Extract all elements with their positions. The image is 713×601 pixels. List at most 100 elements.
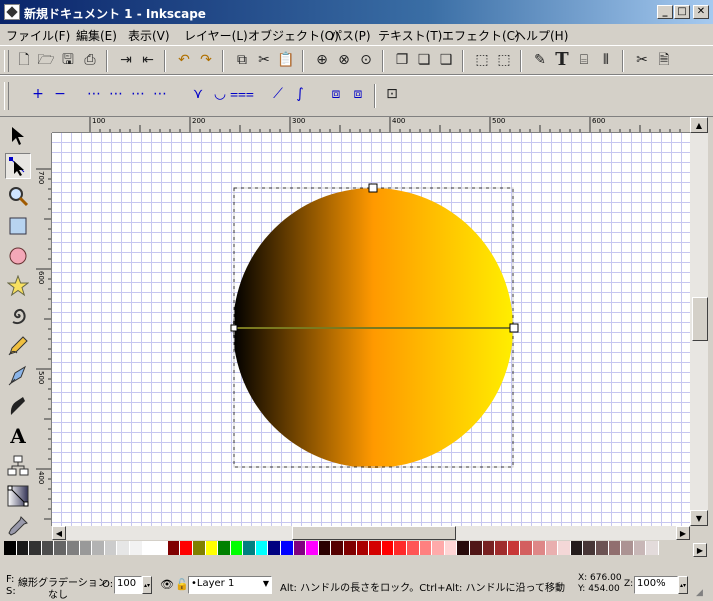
ellipse-tool-icon[interactable] — [5, 243, 31, 269]
color-swatch[interactable] — [129, 541, 143, 555]
horizontal-scrollbar[interactable]: ◀ ▶ — [52, 526, 690, 540]
zoom-input[interactable]: 100% — [634, 576, 678, 594]
spiral-tool-icon[interactable] — [5, 303, 31, 329]
color-swatch[interactable] — [281, 541, 294, 555]
layer-dropdown[interactable]: •Layer 1 ▼ — [188, 576, 272, 594]
rectangle-tool-icon[interactable] — [5, 213, 31, 239]
color-swatch[interactable] — [558, 541, 571, 555]
delete-node-icon[interactable]: − — [50, 84, 70, 104]
color-swatch[interactable] — [583, 541, 596, 555]
join-nodes-icon[interactable]: ⋯ — [84, 84, 104, 104]
color-swatch[interactable] — [570, 541, 584, 555]
scroll-up-button[interactable]: ▲ — [690, 117, 708, 133]
color-swatch[interactable] — [331, 541, 345, 555]
color-swatch[interactable] — [507, 541, 521, 555]
stroke-indicator[interactable]: なし — [48, 586, 68, 601]
stroke-to-path-icon[interactable]: ⧈ — [348, 84, 368, 104]
menu-object[interactable]: オブジェクト(O) — [248, 27, 339, 44]
color-swatch[interactable] — [4, 541, 17, 555]
color-swatch[interactable] — [92, 541, 105, 555]
color-swatch[interactable] — [268, 541, 282, 555]
scroll-down-button[interactable]: ▼ — [690, 510, 708, 526]
color-swatch[interactable] — [66, 541, 80, 555]
node-handle[interactable] — [368, 183, 378, 193]
resize-grip-icon[interactable]: ◢ — [696, 588, 703, 598]
palette-scroll-right[interactable]: ▶ — [693, 543, 707, 557]
color-swatch[interactable] — [180, 541, 193, 555]
vertical-ruler[interactable]: 700 600 500 400 — [36, 133, 52, 526]
color-swatch[interactable] — [79, 541, 93, 555]
color-swatch[interactable] — [155, 541, 168, 555]
menu-text[interactable]: テキスト(T) — [378, 27, 442, 44]
color-swatch[interactable] — [444, 541, 458, 555]
fill-stroke-icon[interactable]: ✎ — [530, 50, 550, 70]
save-icon[interactable]: 🖫 — [58, 50, 78, 70]
gradient-start-handle[interactable] — [230, 324, 238, 332]
copy-icon[interactable]: ⧉ — [232, 50, 252, 70]
redo-icon[interactable]: ↷ — [196, 50, 216, 70]
segment-curve-icon[interactable]: ∫ — [290, 84, 310, 104]
gradient-end-handle[interactable] — [509, 323, 519, 333]
cut-icon[interactable]: ✂ — [254, 50, 274, 70]
color-swatch[interactable] — [117, 541, 130, 555]
opacity-input[interactable]: 100 — [114, 576, 142, 594]
smooth-node-icon[interactable]: ◡ — [210, 84, 230, 104]
color-swatch[interactable] — [318, 541, 332, 555]
color-swatch[interactable] — [432, 541, 445, 555]
color-swatch[interactable] — [595, 541, 609, 555]
drawing-canvas[interactable] — [52, 133, 690, 526]
text-font-icon[interactable]: T — [552, 50, 572, 70]
maximize-button[interactable]: □ — [674, 5, 690, 19]
align-distribute-icon[interactable]: ⫴ — [596, 50, 616, 70]
paste-icon[interactable]: 📋 — [276, 50, 296, 70]
opacity-spinner[interactable]: ▴▾ — [142, 576, 152, 594]
unlink-clone-icon[interactable]: ❑ — [436, 50, 456, 70]
color-swatch[interactable] — [532, 541, 546, 555]
color-swatch[interactable] — [218, 541, 231, 555]
color-swatch[interactable] — [306, 541, 319, 555]
menu-path[interactable]: パス(P) — [330, 27, 371, 44]
document-properties-icon[interactable]: 🗎 — [654, 50, 674, 70]
symmetric-node-icon[interactable]: ⩶ — [230, 84, 254, 104]
new-document-icon[interactable]: 🗋 — [14, 50, 34, 70]
color-swatch[interactable] — [369, 541, 382, 555]
color-swatch[interactable] — [545, 541, 559, 555]
text-tool-icon[interactable]: A — [5, 423, 31, 449]
break-path-icon[interactable]: ⋯ — [106, 84, 126, 104]
open-folder-icon[interactable]: 🗁 — [36, 50, 56, 70]
horizontal-scroll-thumb[interactable] — [292, 526, 456, 540]
color-swatch[interactable] — [394, 541, 407, 555]
zoom-page-icon[interactable]: ⊙ — [356, 50, 376, 70]
color-swatch[interactable] — [419, 541, 433, 555]
export-icon[interactable]: ⇤ — [138, 50, 158, 70]
menu-help[interactable]: ヘルプ(H) — [514, 27, 568, 44]
color-swatch[interactable] — [457, 541, 470, 555]
color-swatch[interactable] — [243, 541, 256, 555]
connector-tool-icon[interactable] — [5, 453, 31, 479]
color-swatch[interactable] — [54, 541, 67, 555]
color-swatch[interactable] — [633, 541, 647, 555]
inkscape-app-icon[interactable] — [4, 4, 20, 20]
color-swatch[interactable] — [230, 541, 244, 555]
cusp-node-icon[interactable]: ⋎ — [188, 84, 208, 104]
color-swatch[interactable] — [16, 541, 30, 555]
color-swatch[interactable] — [646, 541, 659, 555]
zoom-selection-icon[interactable]: ⊕ — [312, 50, 332, 70]
segment-line-icon[interactable]: ⟋ — [268, 84, 288, 104]
lock-icon[interactable]: 🔓 — [175, 578, 189, 591]
print-icon[interactable]: ⎙ — [80, 50, 100, 70]
clone-icon[interactable]: ❏ — [414, 50, 434, 70]
zoom-spinner[interactable]: ▴▾ — [678, 576, 688, 594]
import-icon[interactable]: ⇥ — [116, 50, 136, 70]
menu-edit[interactable]: 編集(E) — [76, 27, 117, 44]
color-swatch[interactable] — [381, 541, 395, 555]
ungroup-icon[interactable]: ⬚ — [494, 50, 514, 70]
color-swatch[interactable] — [293, 541, 307, 555]
color-swatch[interactable] — [167, 541, 181, 555]
delete-segment-icon[interactable]: ⋯ — [150, 84, 170, 104]
color-swatch[interactable] — [344, 541, 357, 555]
node-tool-icon[interactable] — [5, 153, 31, 179]
selector-tool-icon[interactable] — [5, 123, 31, 149]
color-swatch[interactable] — [407, 541, 420, 555]
zoom-drawing-icon[interactable]: ⊗ — [334, 50, 354, 70]
